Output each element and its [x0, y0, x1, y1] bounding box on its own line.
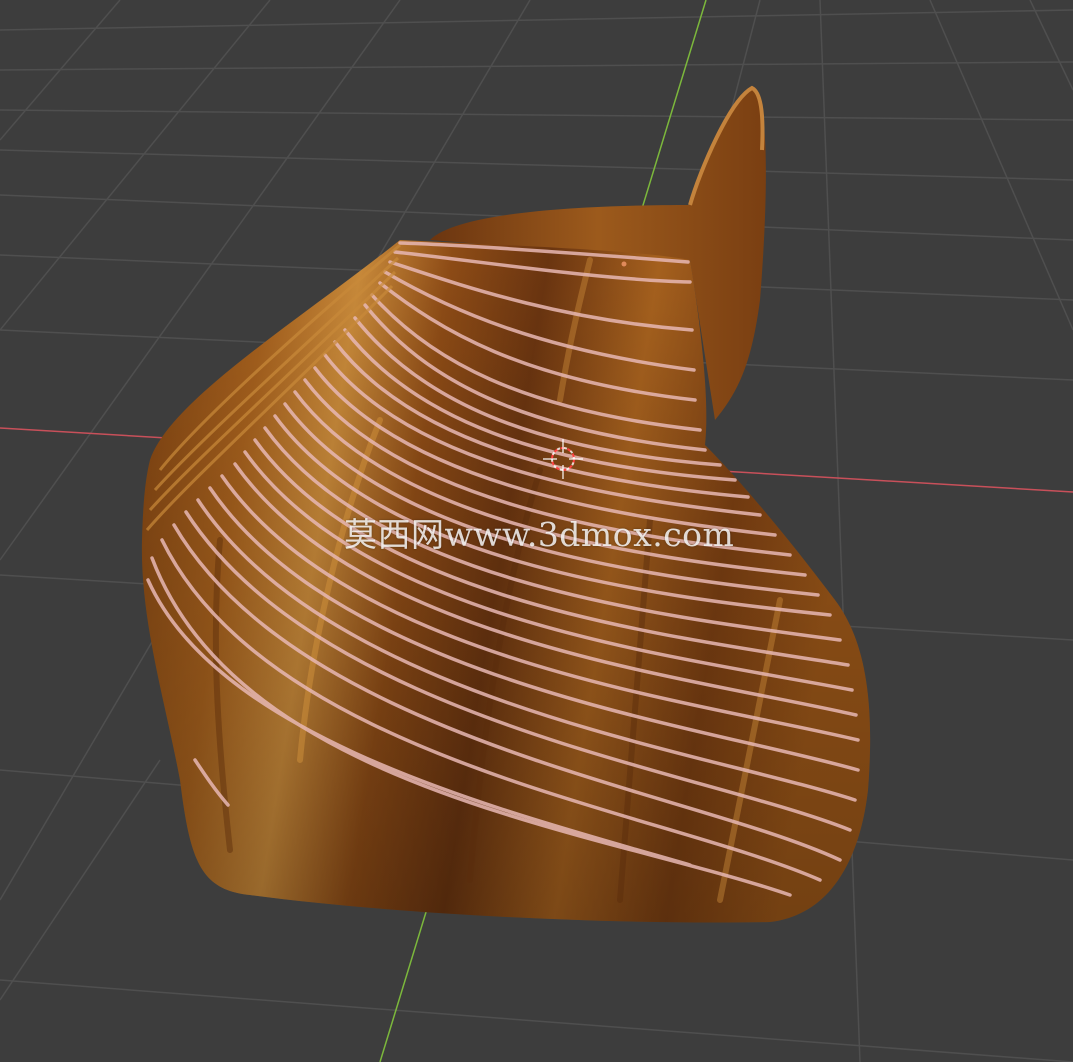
viewport-scene[interactable]: [0, 0, 1073, 1062]
object-origin-dot: [621, 261, 627, 267]
3d-viewport[interactable]: 莫西网www.3dmox.com: [0, 0, 1073, 1062]
